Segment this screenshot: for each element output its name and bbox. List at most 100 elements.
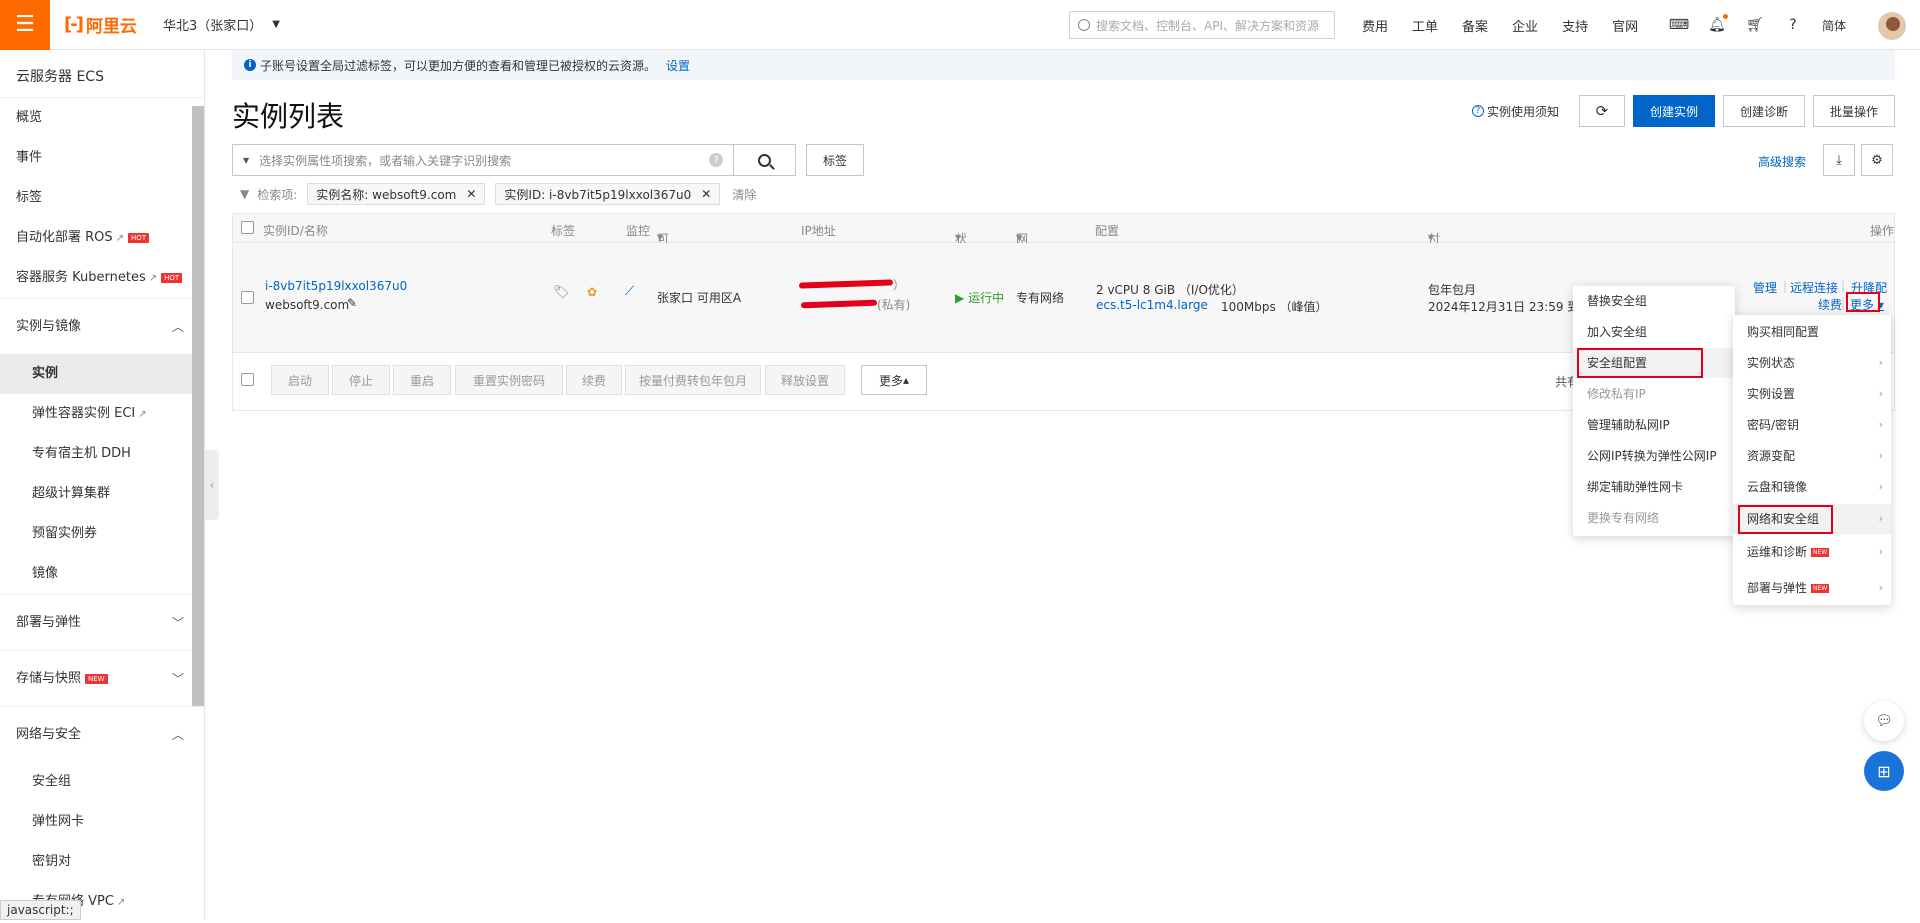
network-submenu: 替换安全组 加入安全组 安全组配置 修改私有IP 管理辅助私网IP 公网IP转换… (1573, 286, 1735, 536)
menu-item-instance-settings[interactable]: 实例设置 › (1733, 379, 1891, 409)
menu-item-secondary-ip[interactable]: 管理辅助私网IP (1573, 410, 1735, 440)
monitor-chart-icon[interactable]: ⟋ (625, 284, 634, 299)
aliyun-logo[interactable]: [-] 阿里云 (64, 12, 137, 37)
remote-connect-link[interactable]: 远程连接 (1790, 279, 1838, 296)
convert-billing-button[interactable]: 按量付费转包年包月 (625, 365, 761, 395)
batch-operation-button[interactable]: 批量操作 (1812, 95, 1895, 127)
sidebar-group-instances[interactable]: 实例与镜像 ︿ (0, 298, 204, 354)
sidebar-item-scc[interactable]: 超级计算集群 (0, 474, 204, 514)
sidebar-group-network[interactable]: 网络与安全 ︿ (0, 706, 204, 762)
menu-item-deploy-elastic[interactable]: 部署与弹性 NEW › (1733, 573, 1891, 603)
refresh-button[interactable]: ⟳ (1578, 95, 1625, 127)
sidebar-item-ros[interactable]: 自动化部署 ROS ↗ HOT (0, 218, 204, 258)
renew-link[interactable]: 续费 (1818, 296, 1842, 313)
sidebar-item-tags[interactable]: 标签 (0, 178, 204, 218)
footer-more-button[interactable]: 更多 ▴ (861, 365, 927, 395)
bell-icon[interactable]: 🔔︎ (1708, 14, 1728, 34)
sidebar-scrollbar[interactable] (192, 106, 204, 706)
close-icon[interactable]: ✕ (701, 187, 711, 201)
sidebar-item-images[interactable]: 镜像 (0, 554, 204, 594)
create-instance-button[interactable]: 创建实例 (1632, 95, 1715, 127)
instance-type-link[interactable]: ecs.t5-lc1m4.large (1096, 298, 1208, 312)
nav-ticket[interactable]: 工单 (1412, 16, 1438, 35)
sidebar-item-overview[interactable]: 概览 (0, 98, 204, 138)
nav-icp[interactable]: 备案 (1462, 16, 1488, 35)
export-button[interactable]: ⤓ (1823, 144, 1855, 176)
notification-dot (1723, 14, 1728, 19)
menu-item-join-sg[interactable]: 加入安全组 (1573, 317, 1735, 347)
region-selector[interactable]: 华北3（张家口） ▼ (163, 15, 280, 34)
sidebar-item-keypair[interactable]: 密钥对 (0, 842, 204, 882)
nav-fee[interactable]: 费用 (1362, 16, 1388, 35)
menu-item-bind-eni[interactable]: 绑定辅助弹性网卡 (1573, 472, 1735, 502)
sidebar-item-label: 密钥对 (32, 854, 72, 869)
app-grid-button[interactable]: ⊞ (1864, 751, 1904, 791)
top-nav: 费用 工单 备案 企业 支持 官网 (1350, 0, 1650, 50)
menu-item-password-key[interactable]: 密码/密钥 › (1733, 410, 1891, 440)
close-icon[interactable]: ✕ (466, 187, 476, 201)
usage-notice-link[interactable]: ? 实例使用须知 (1471, 103, 1559, 120)
restart-button[interactable]: 重启 (393, 365, 451, 395)
row-checkbox[interactable] (241, 291, 254, 304)
sidebar-item-kubernetes[interactable]: 容器服务 Kubernetes ↗ HOT (0, 258, 204, 298)
start-button[interactable]: 启动 (271, 365, 329, 395)
running-icon: ▶ (955, 291, 965, 305)
tag-filter-button[interactable]: 标签 (806, 144, 864, 176)
release-settings-button[interactable]: 释放设置 (765, 365, 845, 395)
browser-status-bar: javascript:; (0, 900, 81, 920)
column-header-monitor: 监控 (626, 224, 651, 238)
menu-item-label: 实例状态 (1747, 356, 1796, 370)
search-button[interactable] (734, 144, 796, 176)
sidebar-item-reserved[interactable]: 预留实例券 (0, 514, 204, 554)
sidebar-item-instances[interactable]: 实例 (0, 354, 204, 394)
instance-search-input[interactable]: ▼ 选择实例属性项搜索，或者输入关键字识别搜索 ? (232, 144, 734, 176)
menu-item-ops-diagnose[interactable]: 运维和诊断 NEW › (1733, 537, 1891, 567)
global-search-input[interactable]: 搜索文档、控制台、API、解决方案和资源 (1069, 11, 1335, 39)
menu-item-convert-eip[interactable]: 公网IP转换为弹性公网IP (1573, 441, 1735, 471)
sidebar-item-eni[interactable]: 弹性网卡 (0, 802, 204, 842)
footer-select-checkbox[interactable] (241, 373, 254, 386)
nav-official[interactable]: 官网 (1612, 16, 1638, 35)
language-switch[interactable]: 简体 (1822, 16, 1846, 34)
page-title: 实例列表 (232, 100, 345, 133)
cart-icon[interactable]: 🛒︎ (1746, 16, 1764, 34)
nav-support[interactable]: 支持 (1562, 16, 1588, 35)
sidebar-collapse-handle[interactable]: ‹ (205, 450, 219, 520)
sidebar-item-security-group[interactable]: 安全组 (0, 762, 204, 802)
renew-button[interactable]: 续费 (566, 365, 622, 395)
column-header-id: 实例ID/名称 (263, 224, 328, 238)
menu-item-resource-change[interactable]: 资源变配 › (1733, 441, 1891, 471)
menu-item-replace-sg[interactable]: 替换安全组 (1573, 286, 1735, 316)
manage-link[interactable]: 管理 (1753, 279, 1777, 296)
menu-item-instance-status[interactable]: 实例状态 › (1733, 348, 1891, 378)
sidebar-group-deploy[interactable]: 部署与弹性 ﹀ (0, 594, 204, 650)
stop-button[interactable]: 停止 (332, 365, 390, 395)
sidebar-item-eci[interactable]: 弹性容器实例 ECI ↗ (0, 394, 204, 434)
reset-password-button[interactable]: 重置实例密码 (455, 365, 563, 395)
chat-button[interactable]: 💬︎ (1864, 701, 1904, 741)
select-all-checkbox[interactable] (241, 221, 254, 234)
instance-zone: 张家口 可用区A (657, 291, 742, 305)
edit-icon[interactable]: ✎ (347, 296, 357, 310)
question-icon[interactable]: ? (709, 153, 723, 167)
tag-icon[interactable]: 🏷︎ (553, 285, 570, 300)
more-label: 更多 (878, 373, 903, 388)
menu-item-disk-image[interactable]: 云盘和镜像 › (1733, 472, 1891, 502)
app-icon[interactable]: ✿ (587, 285, 597, 299)
sidebar: 云服务器 ECS 概览 事件 标签 自动化部署 ROS ↗ HOT 容器服务 Kub… (0, 50, 205, 920)
instance-id-link[interactable]: i-8vb7it5p19lxxol367u0 (265, 279, 407, 293)
sidebar-item-events[interactable]: 事件 (0, 138, 204, 178)
menu-item-buy-same[interactable]: 购买相同配置 (1733, 317, 1891, 347)
avatar[interactable] (1878, 12, 1906, 40)
sidebar-group-storage[interactable]: 存储与快照 NEW ﹀ (0, 650, 204, 706)
menu-icon[interactable]: ☰ (0, 0, 50, 50)
notice-settings-link[interactable]: 设置 (666, 57, 690, 74)
terminal-icon[interactable]: ⌨ (1669, 16, 1689, 34)
clear-filters-link[interactable]: 清除 (732, 186, 756, 203)
advanced-search-link[interactable]: 高级搜索 (1758, 153, 1806, 170)
help-icon[interactable]: ? (1784, 16, 1802, 34)
sidebar-item-ddh[interactable]: 专有宿主机 DDH (0, 434, 204, 474)
settings-button[interactable]: ⚙ (1861, 144, 1893, 176)
nav-enterprise[interactable]: 企业 (1512, 16, 1538, 35)
create-diagnosis-button[interactable]: 创建诊断 (1722, 95, 1805, 127)
